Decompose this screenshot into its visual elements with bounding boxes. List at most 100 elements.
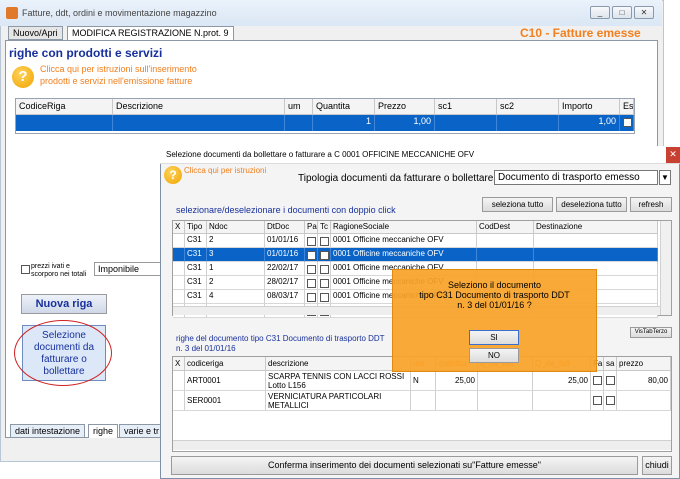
popup-line-3: n. 3 del 01/01/16 ? (457, 300, 532, 310)
doc-col-header[interactable]: RagioneSociale (331, 221, 477, 234)
doc-col-header[interactable]: Destinazione (534, 221, 658, 234)
prezzi-ivati-checkbox[interactable] (21, 265, 30, 274)
line-cell (617, 391, 671, 411)
col-header-sc2[interactable]: sc2 (497, 99, 559, 115)
tab-modifica-registrazione[interactable]: MODIFICA REGISTRAZIONE N.prot. 9 (67, 26, 234, 40)
popup-no-button[interactable]: NO (469, 348, 519, 363)
doc-col-header[interactable]: CodDest (477, 221, 534, 234)
document-cell: 2 (207, 276, 265, 290)
tab-varie-e-trasporto[interactable]: varie e tr (119, 424, 161, 438)
line-cell (173, 391, 185, 411)
line-col-header[interactable]: codiceriga (185, 357, 266, 371)
line-cell (604, 371, 617, 391)
col-header-um[interactable]: um (285, 99, 313, 115)
document-cell: C31 (185, 262, 207, 276)
minimize-button[interactable]: _ (590, 6, 610, 19)
vis-tab-terzo-button[interactable]: VisTabTerzo (630, 327, 672, 338)
grid-cell-um[interactable] (285, 115, 313, 131)
doc-col-header[interactable]: DtDoc (265, 221, 305, 234)
dialog-help-icon[interactable]: ? (164, 166, 182, 184)
doc-col-header[interactable]: Tipo (185, 221, 207, 234)
grid-cell-prezzo[interactable]: 1,00 (375, 115, 435, 131)
maximize-button[interactable]: □ (612, 6, 632, 19)
col-header-prezzo[interactable]: Prezzo (375, 99, 435, 115)
line-desc-1: VERNICIATURA PARTICOLARI (268, 392, 382, 401)
nuova-riga-button[interactable]: Nuova riga (21, 294, 107, 314)
app-icon (6, 7, 18, 19)
grid-cell-quantita[interactable]: 1 (313, 115, 375, 131)
col-header-sc1[interactable]: sc1 (435, 99, 497, 115)
tipologia-label: Tipologia documenti da fatturare o bolle… (298, 173, 494, 184)
document-checkbox[interactable] (307, 237, 316, 246)
document-cell: 08/03/17 (265, 290, 305, 304)
document-cell: 0001 Officine meccaniche OFV (331, 234, 477, 248)
doc-col-header[interactable]: X (173, 221, 185, 234)
close-button[interactable]: ✕ (634, 6, 654, 19)
doc-col-header[interactable]: Tc (318, 221, 331, 234)
line-checkbox[interactable] (606, 396, 615, 405)
document-checkbox[interactable] (320, 237, 329, 246)
col-header-descrizione[interactable]: Descrizione (113, 99, 285, 115)
document-checkbox[interactable] (320, 265, 329, 274)
deselect-all-button[interactable]: deseleziona tutto (556, 197, 627, 212)
line-col-header[interactable]: X (173, 357, 185, 371)
imponibile-select[interactable]: Imponibile (94, 262, 162, 276)
line-cell (478, 371, 533, 391)
document-checkbox[interactable] (307, 279, 316, 288)
chevron-down-icon[interactable]: ▼ (659, 170, 671, 185)
select-all-button[interactable]: seleziona tutto (482, 197, 553, 212)
document-cell (318, 276, 331, 290)
document-checkbox[interactable] (320, 279, 329, 288)
chiudi-button[interactable]: chiudi (642, 456, 672, 475)
es-checkbox[interactable] (623, 118, 632, 127)
document-checkbox[interactable] (307, 251, 316, 260)
col-header-es[interactable]: Es (620, 99, 634, 115)
document-checkbox[interactable] (320, 251, 329, 260)
document-cell (318, 262, 331, 276)
line-checkbox[interactable] (606, 376, 615, 385)
line-col-header[interactable]: prezzo (617, 357, 671, 371)
col-header-quantita[interactable]: Quantita (313, 99, 375, 115)
grid-cell-sc2[interactable] (497, 115, 559, 131)
col-header-codiceriga[interactable]: CodiceRiga (16, 99, 113, 115)
document-checkbox[interactable] (307, 293, 316, 302)
popup-yes-button[interactable]: SI (469, 330, 519, 345)
documents-scrollbar[interactable] (660, 221, 671, 315)
grid-cell-codiceriga[interactable] (16, 115, 113, 131)
document-cell (173, 290, 185, 304)
dialog-close-button[interactable]: ✕ (666, 147, 680, 163)
dialog-help-link[interactable]: Clicca qui per istruzioni (184, 166, 266, 175)
confirm-insert-button[interactable]: Conferma inserimento dei documenti selez… (171, 456, 638, 475)
tipologia-select[interactable]: Documento di trasporto emesso (494, 170, 658, 185)
module-label: C10 - Fatture emesse (520, 26, 641, 40)
lines-hscrollbar[interactable] (173, 440, 671, 450)
tab-righe[interactable]: righe (88, 424, 119, 438)
refresh-button[interactable]: refresh (630, 197, 672, 212)
document-cell: C31 (185, 234, 207, 248)
help-link[interactable]: Clicca qui per istruzioni sull'inserimen… (40, 63, 260, 87)
line-col-header[interactable]: descrizione (266, 357, 411, 371)
grid-cell-descrizione[interactable] (113, 115, 285, 131)
line-cell: 25,00 (436, 371, 478, 391)
help-icon[interactable]: ? (12, 66, 34, 88)
grid-cell-sc1[interactable] (435, 115, 497, 131)
document-checkbox[interactable] (307, 265, 316, 274)
line-checkbox[interactable] (593, 396, 602, 405)
tab-nuovo-apri[interactable]: Nuovo/Apri (8, 26, 63, 40)
document-cell (173, 234, 185, 248)
dialog-title: Selezione documenti da bollettare o fatt… (166, 150, 475, 159)
doc-col-header[interactable]: Ndoc (207, 221, 265, 234)
grid-cell-es[interactable] (620, 115, 634, 131)
document-cell (534, 248, 658, 262)
line-cell: ART0001 (185, 371, 266, 391)
tab-dati-intestazione[interactable]: dati intestazione (10, 424, 86, 438)
line-col-header[interactable]: sa (604, 357, 617, 371)
line-checkbox[interactable] (593, 376, 602, 385)
document-cell (477, 234, 534, 248)
doc-col-header[interactable]: Pa (305, 221, 318, 234)
grid-cell-importo[interactable]: 1,00 (559, 115, 620, 131)
col-header-importo[interactable]: Importo (559, 99, 620, 115)
prezzi-ivati-label: prezzi ivati e scorporo nei totali (31, 263, 86, 279)
document-checkbox[interactable] (320, 293, 329, 302)
popup-line-2: tipo C31 Documento di trasporto DDT (419, 290, 570, 300)
